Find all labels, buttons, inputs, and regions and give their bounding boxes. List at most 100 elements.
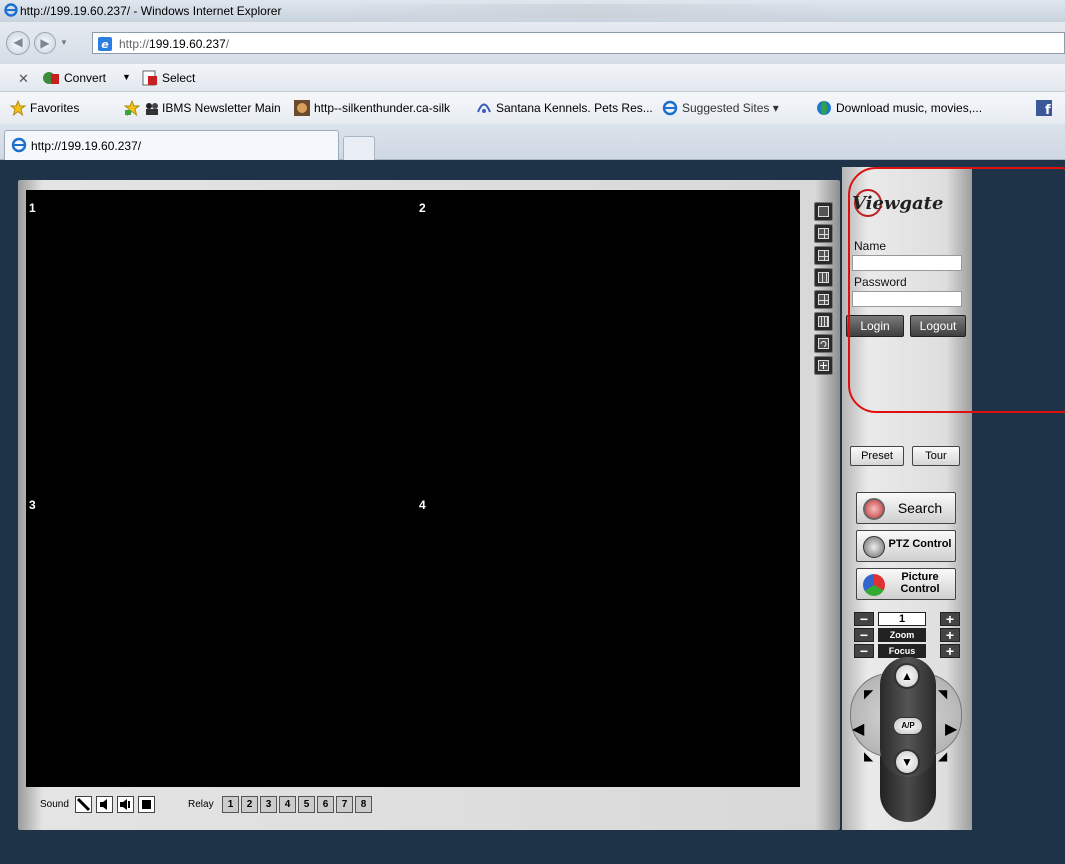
relay-7-button[interactable]: 7	[336, 796, 353, 813]
convert-dropdown-icon[interactable]: ▼	[122, 72, 131, 82]
speed-decrease-button[interactable]: −	[854, 612, 874, 626]
preset-button[interactable]: Preset	[850, 446, 904, 466]
address-input[interactable]: e http://199.19.60.237/	[92, 32, 1065, 54]
ptz-down-right-button[interactable]: ◢	[938, 749, 947, 763]
layout-1plus7-button[interactable]	[814, 290, 833, 309]
select-button[interactable]: Select	[162, 71, 195, 85]
select-pdf-icon	[142, 70, 157, 86]
page-icon: e	[98, 37, 112, 51]
forward-button[interactable]: ▶	[34, 32, 56, 54]
control-side-panel: Viewgate Name Password Login Logout Pres…	[842, 167, 972, 830]
channel-1-label: 1	[29, 201, 36, 215]
name-label: Name	[854, 239, 887, 253]
zoom-in-button[interactable]: +	[940, 628, 960, 642]
favorites-button[interactable]: Favorites	[30, 101, 79, 115]
ptz-up-left-button[interactable]: ◤	[864, 687, 873, 701]
ptz-up-right-button[interactable]: ◥	[938, 687, 947, 701]
relay-4-button[interactable]: 4	[279, 796, 296, 813]
ptz-down-button[interactable]: ▼	[894, 749, 920, 775]
favorite-link-santana-kennels[interactable]: Santana Kennels. Pets Res...	[496, 101, 653, 115]
logout-button[interactable]: Logout	[910, 315, 966, 337]
relay-8-button[interactable]: 8	[355, 796, 372, 813]
forward-arrow-icon: ▶	[40, 36, 50, 50]
ie-logo-icon	[4, 3, 18, 17]
search-button-label: Search	[897, 500, 943, 516]
viewgate-logo: Viewgate	[852, 193, 944, 214]
layout-2x2-button[interactable]	[814, 224, 833, 243]
ptz-down-left-button[interactable]: ◣	[864, 749, 873, 763]
convert-pdf-icon	[43, 72, 59, 84]
search-button[interactable]: Search	[856, 492, 956, 524]
layout-1x1-button[interactable]	[814, 202, 833, 221]
silkenthunder-site-icon	[294, 100, 310, 116]
auto-pan-button[interactable]: A/P	[893, 717, 923, 735]
santana-kennels-site-icon	[477, 103, 491, 113]
speaker-loud-icon	[120, 799, 130, 810]
video-grid: 1 2 3 4	[26, 190, 800, 787]
relay-6-button[interactable]: 6	[317, 796, 334, 813]
relay-3-button[interactable]: 3	[260, 796, 277, 813]
favorite-link-download[interactable]: Download music, movies,...	[836, 101, 982, 115]
favorite-link-silkenthunder[interactable]: http--silkenthunder.ca-silk	[314, 101, 450, 115]
ptz-up-button[interactable]: ▲	[894, 663, 920, 689]
login-button[interactable]: Login	[846, 315, 904, 337]
stop-icon	[142, 800, 151, 809]
add-favorite-icon[interactable]	[124, 100, 140, 116]
tab-bar: http://199.19.60.237/	[0, 124, 1065, 160]
download-site-icon	[817, 101, 831, 115]
sequence-button[interactable]	[814, 334, 833, 353]
facebook-icon[interactable]: f	[1036, 100, 1052, 116]
speaker-loud-button[interactable]	[117, 796, 134, 813]
command-bar: ✕ Convert ▼ Select	[0, 64, 1065, 92]
focus-far-button[interactable]: +	[940, 644, 960, 658]
relay-5-button[interactable]: 5	[298, 796, 315, 813]
speaker-button[interactable]	[96, 796, 113, 813]
favorite-link-ibms[interactable]: IBMS Newsletter Main	[162, 101, 281, 115]
convert-button[interactable]: Convert	[64, 71, 106, 85]
relay-1-button[interactable]: 1	[222, 796, 239, 813]
sequence-icon	[818, 338, 829, 349]
ptz-direction-pad: ▲ ▼ ◀ ▶ ◤ ◥ ◣ ◢ A/P	[850, 657, 962, 822]
ibms-site-icon	[146, 103, 158, 115]
quad-view-icon	[818, 228, 829, 239]
tab-title: http://199.19.60.237/	[31, 139, 142, 153]
close-toolbar-icon[interactable]: ✕	[18, 71, 29, 87]
ptz-right-button[interactable]: ▶	[945, 719, 957, 739]
speaker-icon	[100, 799, 107, 810]
tab-current[interactable]: http://199.19.60.237/	[4, 130, 339, 160]
svg-text:f: f	[1045, 103, 1051, 116]
focus-near-button[interactable]: −	[854, 644, 874, 658]
address-text: http://199.19.60.237/	[119, 37, 230, 51]
picture-control-label: Picture Control	[900, 571, 940, 595]
fullscreen-button[interactable]	[814, 356, 833, 375]
ptz-camera-icon	[863, 536, 885, 558]
back-button[interactable]: ◀	[6, 31, 30, 55]
recent-pages-dropdown-icon[interactable]: ▼	[60, 38, 68, 47]
channel-4-label: 4	[419, 498, 426, 512]
name-input[interactable]	[852, 255, 962, 271]
relay-2-button[interactable]: 2	[241, 796, 258, 813]
video-viewer-panel: 1 2 3 4 Sound Relay 1 2 3 4 5 6 7 8	[18, 180, 840, 830]
window-title: http://199.19.60.237/ - Windows Internet…	[20, 4, 282, 18]
speed-increase-button[interactable]: +	[940, 612, 960, 626]
layout-1plus5-button[interactable]	[814, 246, 833, 265]
new-tab-button[interactable]	[343, 136, 375, 160]
search-magnifier-icon	[863, 498, 885, 520]
tour-button[interactable]: Tour	[912, 446, 960, 466]
focus-label: Focus	[878, 644, 926, 658]
sound-off-button[interactable]	[75, 796, 92, 813]
suggested-sites-button[interactable]: Suggested Sites ▾	[682, 101, 779, 115]
ptz-left-button[interactable]: ◀	[852, 719, 864, 739]
tab-page-icon	[11, 137, 27, 153]
fullscreen-icon	[818, 360, 829, 371]
layout-3x3-button[interactable]	[814, 268, 833, 287]
layout-4x4-button[interactable]	[814, 312, 833, 331]
favorites-star-icon	[10, 100, 26, 116]
svg-text:e: e	[101, 38, 109, 51]
ptz-control-button[interactable]: PTZ Control	[856, 530, 956, 562]
window-title-bar: http://199.19.60.237/ - Windows Internet…	[0, 0, 1065, 22]
password-input[interactable]	[852, 291, 962, 307]
picture-control-button[interactable]: Picture Control	[856, 568, 956, 600]
zoom-out-button[interactable]: −	[854, 628, 874, 642]
stop-audio-button[interactable]	[138, 796, 155, 813]
